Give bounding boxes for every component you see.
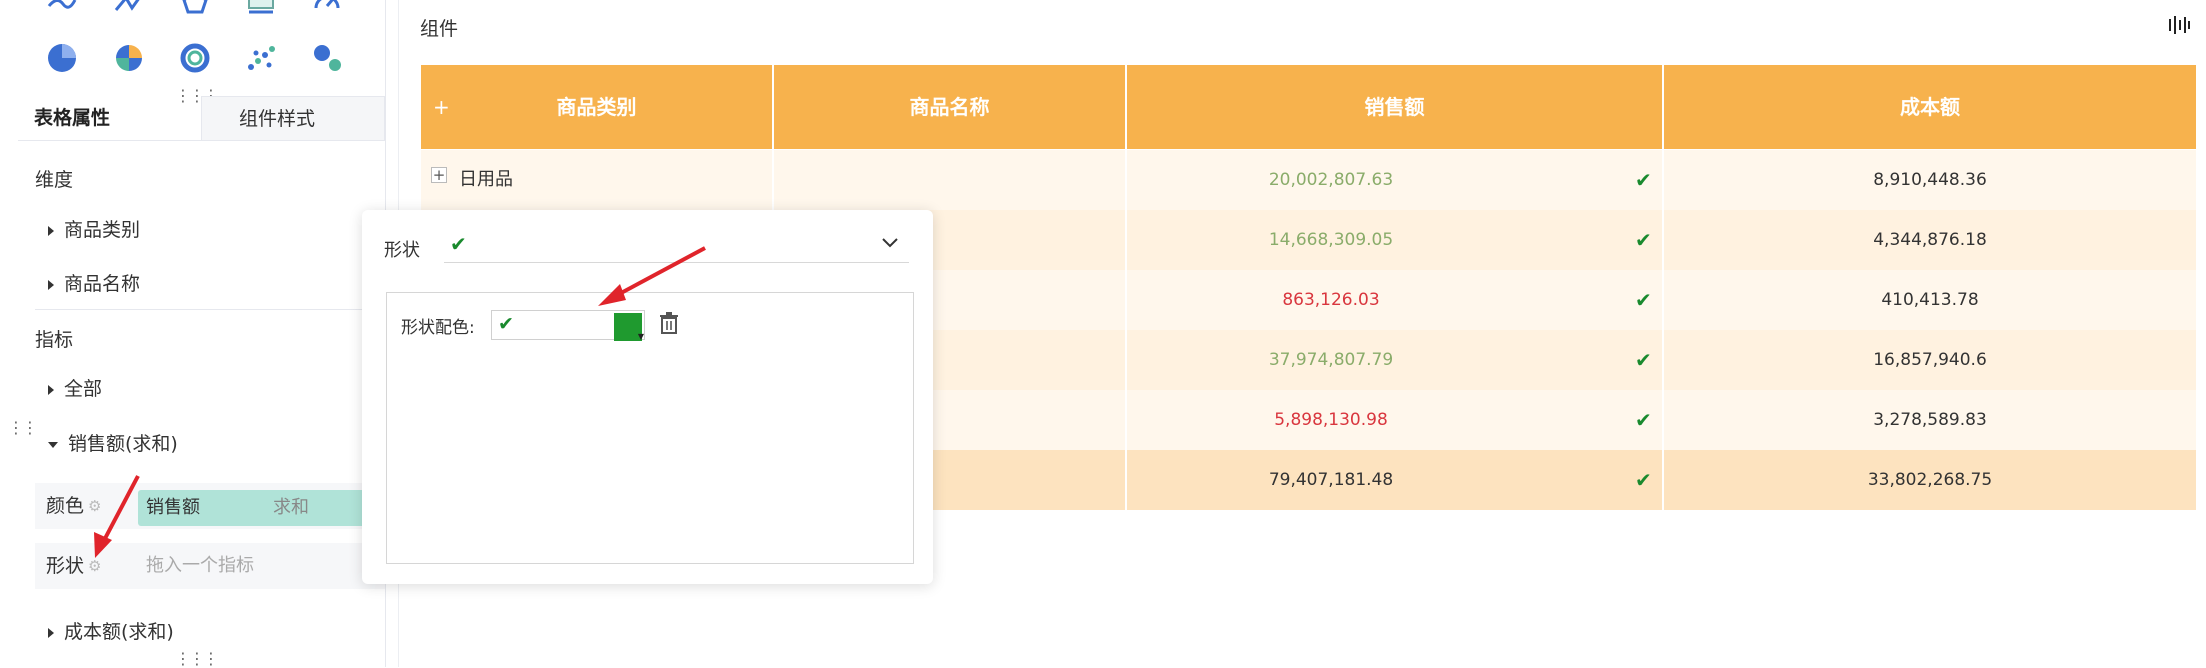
dimension-item-label: 商品类别 — [64, 219, 141, 241]
cell-cost: 8,910,448.36 — [1873, 170, 1987, 190]
metric-item-all[interactable]: 全部 — [48, 374, 102, 401]
line-chart-icon[interactable] — [112, 0, 146, 20]
trash-icon[interactable] — [659, 312, 679, 338]
check-icon: ✔ — [1635, 468, 1652, 492]
dimension-item-label: 商品名称 — [64, 273, 141, 295]
cell-cost: 410,413.78 — [1881, 290, 1979, 310]
dimension-item-category[interactable]: 商品类别 — [48, 215, 140, 242]
check-icon: ✔ — [450, 232, 467, 256]
cell-sales: 20,002,807.63 — [1268, 170, 1394, 190]
table-row[interactable]: + 日用品 20,002,807.63 ✔ 8,910,448.36 — [421, 150, 2196, 210]
cell-cost: 3,278,589.83 — [1873, 410, 1987, 430]
dimension-item-product-name[interactable]: 商品名称 — [48, 269, 140, 296]
annotation-arrow-icon — [598, 246, 706, 306]
donut-chart-icon[interactable] — [178, 41, 212, 75]
check-icon: ✔ — [1635, 168, 1652, 192]
cell-sales: 14,668,309.05 — [1268, 230, 1394, 250]
chip-metric-name: 销售额 — [146, 497, 200, 518]
drop-metric-placeholder[interactable]: 拖入一个指标 — [146, 543, 254, 589]
pie-chart-icon[interactable] — [45, 41, 79, 75]
chip-aggregation: 求和 — [273, 497, 309, 518]
check-icon: ✔ — [1635, 348, 1652, 372]
radar-chart-icon[interactable] — [178, 0, 212, 20]
rose-chart-icon[interactable] — [112, 41, 146, 75]
chevron-down-icon — [881, 234, 899, 253]
row-expand-icon[interactable]: + — [431, 167, 447, 183]
caret-right-icon — [48, 627, 54, 638]
bubble-chart-icon[interactable] — [310, 41, 344, 75]
annotation-arrow-icon — [94, 475, 140, 558]
metric-item-label: 全部 — [64, 378, 103, 400]
check-icon: ✔ — [1635, 408, 1652, 432]
cell-sales: 37,974,807.79 — [1268, 350, 1394, 370]
caret-right-icon — [48, 279, 54, 290]
caret-right-icon — [48, 225, 54, 236]
scatter-chart-icon[interactable] — [244, 41, 278, 75]
property-tabs: 表格属性 组件样式 — [18, 96, 385, 141]
left-panel: ⋮⋮⋮ 表格属性 组件样式 维度 商品类别 商品名称 指标 全部 销售额(求和)… — [0, 0, 386, 667]
caret-right-icon — [48, 384, 54, 395]
dimension-section-title: 维度 — [35, 169, 74, 191]
cell-cost: 4,344,876.18 — [1873, 230, 1987, 250]
table-header: + 商品类别 商品名称 销售额 成本额 — [421, 65, 2196, 149]
gauge-chart-icon[interactable] — [310, 0, 344, 20]
header-sales[interactable]: 销售额 — [1127, 65, 1662, 149]
shape-color-picker[interactable]: ✔ ▼ — [491, 310, 645, 341]
caret-down-icon — [48, 441, 58, 448]
cell-category: 日用品 — [459, 169, 513, 190]
metric-item-label: 销售额(求和) — [68, 433, 178, 455]
cell-cost: 33,802,268.75 — [1867, 470, 1993, 490]
shape-color-label: 形状配色: — [401, 318, 475, 338]
cell-sales: 863,126.03 — [1282, 290, 1380, 310]
component-title: 组件 — [420, 18, 459, 40]
section-divider — [35, 309, 385, 310]
metric-item-cost[interactable]: 成本额(求和) — [48, 617, 174, 644]
panel-drag-handle[interactable]: ⋮⋮ — [8, 420, 38, 436]
column-divider — [772, 150, 774, 210]
check-icon: ✔ — [1635, 228, 1652, 252]
metric-item-label: 成本额(求和) — [64, 621, 174, 643]
shape-select-label: 形状 — [384, 240, 420, 261]
header-cost[interactable]: 成本额 — [1664, 65, 2196, 149]
resize-handle-bottom[interactable]: ⋮⋮⋮ — [175, 651, 219, 667]
metric-section-title: 指标 — [35, 329, 74, 351]
header-category[interactable]: 商品类别 — [421, 65, 772, 149]
color-metric-chip[interactable]: 销售额 求和 — [138, 490, 378, 526]
check-icon: ✔ — [498, 313, 514, 335]
tab-table-properties[interactable]: 表格属性 — [18, 96, 201, 140]
map-chart-icon[interactable] — [244, 0, 278, 20]
cell-sales: 79,407,181.48 — [1268, 470, 1394, 490]
metric-item-sales[interactable]: 销售额(求和) — [48, 429, 178, 456]
cell-sales: 5,898,130.98 — [1274, 410, 1388, 430]
tab-component-style[interactable]: 组件样式 — [201, 96, 385, 140]
caret-down-icon: ▼ — [637, 332, 644, 341]
check-icon: ✔ — [1635, 288, 1652, 312]
area-chart-icon[interactable] — [45, 0, 79, 20]
shape-color-panel: 形状配色: ✔ ▼ — [386, 292, 914, 564]
shape-field-label: 形状 — [46, 555, 85, 577]
column-settings-icon[interactable] — [2168, 14, 2190, 40]
cell-cost: 16,857,940.6 — [1873, 350, 1987, 370]
header-product-name[interactable]: 商品名称 — [774, 65, 1125, 149]
color-field-label: 颜色 — [46, 495, 85, 517]
